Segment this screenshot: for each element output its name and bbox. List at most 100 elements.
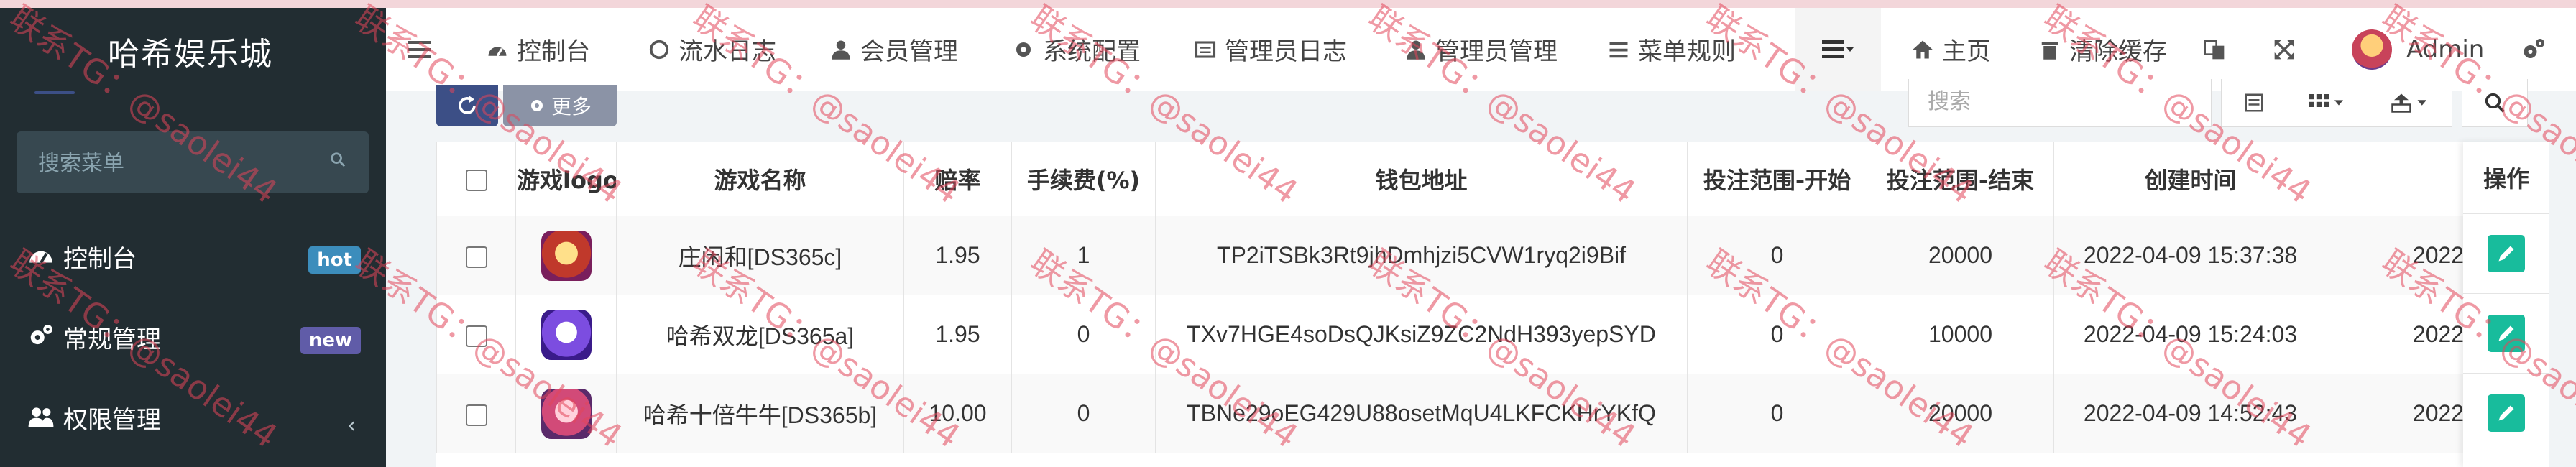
nav-settings[interactable]: [2521, 8, 2547, 91]
tab-system-config[interactable]: 系统配置: [1013, 8, 1141, 91]
game-name-cell: 哈希十倍牛牛[DS365b]: [616, 374, 904, 453]
circle-icon: [649, 40, 669, 59]
columns-icon: [2309, 94, 2343, 107]
sidebar-toggle[interactable]: [408, 8, 431, 91]
user-menu[interactable]: Admin: [2352, 8, 2484, 91]
column-header[interactable]: 游戏logo: [515, 142, 617, 216]
bet-max-cell: 10000: [1867, 295, 2054, 374]
more-button[interactable]: 更多: [503, 85, 617, 126]
column-header[interactable]: 赔率: [903, 142, 1012, 216]
fullscreen-icon: [2274, 40, 2294, 59]
app-title: 哈希娱乐城: [108, 36, 273, 73]
column-header[interactable]: 手续费(%): [1011, 142, 1156, 216]
bet-min-cell: 0: [1687, 295, 1867, 374]
dashboard-icon: [488, 46, 507, 57]
odds-cell: 10.00: [903, 374, 1012, 453]
wallet-cell: TBNe29oEG429U88osetMqU4LKFCKHrYKfQ: [1155, 374, 1688, 453]
game-logo-image[interactable]: [540, 388, 592, 439]
tab-dashboard[interactable]: 控制台: [487, 8, 590, 91]
tab-admin-log[interactable]: 管理员日志: [1195, 8, 1347, 91]
logo-mark: [34, 91, 75, 94]
row-checkbox[interactable]: [465, 246, 487, 268]
cogs-icon: [30, 325, 52, 345]
row-select-cell: [436, 295, 516, 374]
row-checkbox[interactable]: [465, 325, 487, 347]
columns-button[interactable]: [2286, 79, 2366, 127]
sidebar: 哈希娱乐城 控制台 hot 常规管理 new 权限管理 ‹: [0, 8, 386, 467]
edit-button[interactable]: [2488, 315, 2525, 352]
sidebar-item-label: 权限管理: [63, 406, 161, 435]
edit-button[interactable]: [2488, 235, 2525, 272]
bars-icon: [1609, 42, 1628, 57]
game-name-cell: 哈希双龙[DS365a]: [616, 295, 904, 374]
export-button[interactable]: [2365, 79, 2452, 127]
edit-button[interactable]: [2488, 394, 2525, 432]
column-header[interactable]: 创建时间: [2053, 142, 2327, 216]
game-logo-image[interactable]: [540, 309, 592, 360]
gears-icon: [2524, 38, 2544, 58]
tab-admin-management[interactable]: 管理员管理: [1405, 8, 1558, 91]
top-strip: [0, 0, 2576, 8]
tab-members[interactable]: 会员管理: [830, 8, 958, 91]
toggle-view-button[interactable]: [2221, 79, 2287, 127]
bars-icon: [408, 40, 431, 58]
bet-min-cell: 0: [1687, 374, 1867, 453]
search-icon: [2485, 93, 2505, 113]
gear-icon: [530, 100, 543, 111]
wallet-cell: TXv7HGE4soDsQJKsiZ9ZC2NdH393yepSYD: [1155, 295, 1688, 374]
pencil-icon: [2498, 325, 2514, 341]
chevron-left-icon: ‹: [347, 413, 356, 438]
odds-cell: 1.95: [903, 216, 1012, 295]
sidebar-item-permissions[interactable]: 权限管理 ‹: [0, 377, 386, 456]
logo[interactable]: 哈希娱乐城: [0, 8, 386, 94]
wallet-cell: TP2iTSBk3Rt9jhDmhjzi5CVW1ryq2i9Bif: [1155, 216, 1688, 295]
refresh-icon: [459, 96, 476, 114]
sidebar-search: [17, 131, 369, 195]
created-time-cell: 2022-04-09 15:24:03: [2053, 295, 2327, 374]
fee-cell: 1: [1011, 216, 1156, 295]
select-all-checkbox[interactable]: [465, 170, 487, 191]
dashboard-icon: [29, 251, 52, 264]
nav-home[interactable]: 主页: [1912, 8, 1991, 91]
column-header[interactable]: 投注范围-结束: [1867, 142, 2054, 216]
refresh-button[interactable]: [436, 85, 498, 126]
tab-label: 流水日志: [678, 37, 776, 66]
fee-cell: 0: [1011, 374, 1156, 453]
sidebar-item-general[interactable]: 常规管理 new: [0, 297, 386, 376]
bet-min-cell: 0: [1687, 216, 1867, 295]
row-checkbox[interactable]: [465, 404, 487, 426]
tab-flow-log[interactable]: 流水日志: [648, 8, 776, 91]
search-toggle-button[interactable]: [2462, 79, 2528, 127]
column-header[interactable]: 投注范围-开始: [1687, 142, 1867, 216]
trash-icon: [2041, 42, 2058, 60]
table-header-row: 游戏logo 游戏名称 赔率 手续费(%) 钱包地址 投注范围-开始 投注范围-…: [436, 142, 2550, 216]
tab-menu-rules[interactable]: 菜单规则: [1608, 8, 1736, 91]
sidebar-search-input[interactable]: [17, 131, 341, 195]
nav-clear-cache[interactable]: 清除缓存: [2039, 8, 2167, 91]
table-search-input[interactable]: [1909, 79, 2202, 124]
hot-badge: hot: [308, 246, 361, 274]
table-search: [1908, 79, 2212, 127]
table-row: 哈希双龙[DS365a] 1.95 0 TXv7HGE4soDsQJKsiZ9Z…: [436, 295, 2550, 374]
search-icon[interactable]: [330, 152, 346, 167]
tab-more-dropdown[interactable]: [1795, 8, 1881, 91]
tab-label: 会员管理: [860, 37, 958, 66]
clear-cache-label: 清除缓存: [2069, 37, 2167, 66]
bet-max-cell: 20000: [1867, 374, 2054, 453]
bet-max-cell: 20000: [1867, 216, 2054, 295]
gear-icon: [1016, 42, 1031, 57]
column-header[interactable]: 游戏名称: [616, 142, 904, 216]
game-logo-image[interactable]: [540, 230, 592, 281]
column-header[interactable]: 钱包地址: [1155, 142, 1688, 216]
right-gutter: [2549, 91, 2576, 467]
nav-translate[interactable]: [2203, 8, 2226, 91]
users-icon: [28, 407, 54, 427]
sidebar-item-label: 控制台: [63, 245, 137, 274]
nav-fullscreen[interactable]: [2273, 8, 2296, 91]
actions-header: 操作: [2463, 142, 2549, 214]
sidebar-item-dashboard[interactable]: 控制台 hot: [0, 216, 386, 295]
more-label: 更多: [551, 95, 592, 119]
table-row: 庄闲和[DS365c] 1.95 1 TP2iTSBk3Rt9jhDmhjzi5…: [436, 216, 2550, 295]
data-table: 游戏logo 游戏名称 赔率 手续费(%) 钱包地址 投注范围-开始 投注范围-…: [436, 142, 2550, 467]
list-dropdown-icon: [1822, 40, 1854, 58]
